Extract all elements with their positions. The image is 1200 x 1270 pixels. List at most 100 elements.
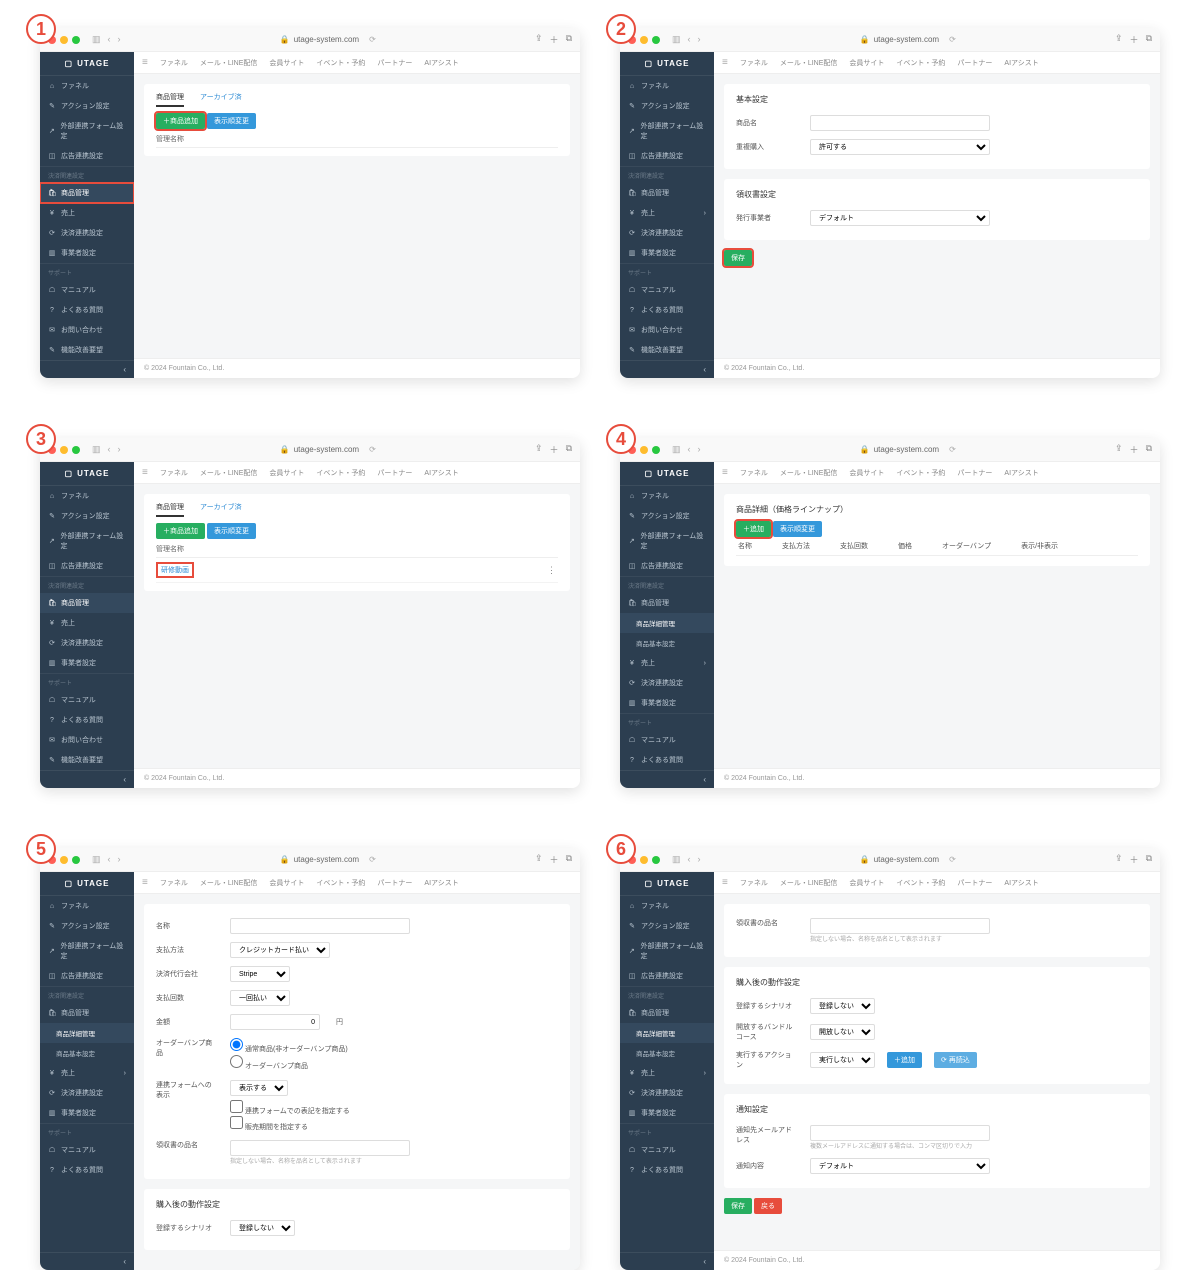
input-receipt-name[interactable] (810, 918, 990, 934)
sidebar-item-manual[interactable]: ☖マニュアル (40, 690, 134, 710)
reload-icon[interactable]: ⟳ (949, 445, 956, 454)
traffic-min[interactable] (640, 36, 648, 44)
sidebar-item-faq[interactable]: ?よくある質問 (40, 300, 134, 320)
topnav-item[interactable]: メール・LINE配信 (780, 468, 838, 478)
reorder-button[interactable]: 表示順変更 (773, 521, 822, 537)
traffic-max[interactable] (652, 856, 660, 864)
sidebar-item-payment-link[interactable]: ⟳決済連携設定 (620, 1083, 714, 1103)
sidebar-toggle-icon[interactable]: ▥ (672, 34, 681, 45)
topnav-item[interactable]: ファネル (160, 878, 188, 888)
table-row[interactable]: 研修動画⋮ (156, 558, 558, 583)
traffic-max[interactable] (652, 446, 660, 454)
back-button[interactable]: 戻る (754, 1198, 782, 1214)
topnav-item[interactable]: 会員サイト (269, 878, 304, 888)
sidebar-toggle-icon[interactable]: ▥ (672, 854, 681, 865)
topnav-item[interactable]: AIアシスト (424, 878, 458, 888)
input-receipt-name[interactable] (230, 1140, 410, 1156)
sidebar-item-action[interactable]: ✎アクション設定 (40, 506, 134, 526)
sidebar-item-form[interactable]: ↗外部連携フォーム設定 (40, 936, 134, 966)
sidebar-item-sales[interactable]: ¥売上› (620, 653, 714, 673)
nav-back-icon[interactable]: ‹ (108, 854, 111, 865)
topnav-item[interactable]: イベント・予約 (316, 58, 365, 68)
topnav-item[interactable]: パートナー (377, 58, 412, 68)
sidebar-item-payment-link[interactable]: ⟳決済連携設定 (620, 223, 714, 243)
sidebar-item-funnel[interactable]: ⌂ファネル (620, 486, 714, 506)
sidebar-item-business[interactable]: ▥事業者設定 (40, 1103, 134, 1123)
nav-forward-icon[interactable]: › (698, 34, 701, 45)
input-product-name[interactable] (810, 115, 990, 131)
topnav-item[interactable]: 会員サイト (849, 58, 884, 68)
address-bar[interactable]: 🔒utage-system.com⟳ (707, 35, 1109, 44)
menu-icon[interactable]: ≡ (722, 877, 728, 888)
plus-icon[interactable]: ＋ (1130, 853, 1139, 866)
topnav-item[interactable]: ファネル (740, 468, 768, 478)
sidebar-item-payment-link[interactable]: ⟳決済連携設定 (40, 223, 134, 243)
sidebar-item-product-basic[interactable]: 商品基本設定 (620, 633, 714, 653)
sidebar-item-contact[interactable]: ✉お問い合わせ (40, 730, 134, 750)
share-icon[interactable]: ⇪ (1115, 853, 1123, 866)
add-variant-button[interactable]: ＋追加 (736, 521, 771, 537)
topnav-item[interactable]: イベント・予約 (896, 468, 945, 478)
sidebar-item-form[interactable]: ↗外部連携フォーム設定 (620, 116, 714, 146)
tab-products[interactable]: 商品管理 (156, 92, 184, 107)
sidebar-toggle-icon[interactable]: ▥ (92, 444, 101, 455)
topnav-item[interactable]: AIアシスト (1004, 58, 1038, 68)
topnav-item[interactable]: メール・LINE配信 (200, 58, 258, 68)
menu-icon[interactable]: ≡ (142, 57, 148, 68)
share-icon[interactable]: ⇪ (1115, 443, 1123, 456)
sidebar-item-products[interactable]: 🛍商品管理 (620, 183, 714, 203)
traffic-min[interactable] (640, 446, 648, 454)
traffic-min[interactable] (60, 856, 68, 864)
sidebar-item-faq[interactable]: ?よくある質問 (40, 710, 134, 730)
reload-icon[interactable]: ⟳ (369, 445, 376, 454)
sidebar-item-products[interactable]: 🛍商品管理 (620, 1003, 714, 1023)
sidebar-item-business[interactable]: ▥事業者設定 (620, 243, 714, 263)
nav-back-icon[interactable]: ‹ (688, 444, 691, 455)
sidebar-item-form[interactable]: ↗外部連携フォーム設定 (40, 116, 134, 146)
sidebar-collapse[interactable]: ‹ (620, 1252, 714, 1270)
topnav-item[interactable]: パートナー (957, 468, 992, 478)
sidebar-item-product-basic[interactable]: 商品基本設定 (620, 1043, 714, 1063)
sidebar-item-funnel[interactable]: ⌂ファネル (40, 76, 134, 96)
sidebar-item-sales[interactable]: ¥売上› (620, 1063, 714, 1083)
plus-icon[interactable]: ＋ (1130, 443, 1139, 456)
radio-bump[interactable] (230, 1055, 243, 1068)
tabs-icon[interactable]: ⧉ (1146, 33, 1152, 46)
tabs-icon[interactable]: ⧉ (1146, 853, 1152, 866)
sidebar-item-business[interactable]: ▥事業者設定 (40, 653, 134, 673)
sidebar-item-ads[interactable]: ◫広告連携設定 (40, 146, 134, 166)
topnav-item[interactable]: AIアシスト (1004, 468, 1038, 478)
address-bar[interactable]: 🔒utage-system.com⟳ (127, 445, 529, 454)
topnav-item[interactable]: 会員サイト (269, 468, 304, 478)
menu-icon[interactable]: ≡ (142, 877, 148, 888)
tab-products[interactable]: 商品管理 (156, 502, 184, 517)
reorder-button[interactable]: 表示順変更 (207, 523, 256, 539)
sidebar-item-contact[interactable]: ✉お問い合わせ (40, 320, 134, 340)
sidebar-item-products[interactable]: 🛍商品管理 (40, 593, 134, 613)
sidebar-item-ads[interactable]: ◫広告連携設定 (40, 966, 134, 986)
nav-forward-icon[interactable]: › (698, 444, 701, 455)
plus-icon[interactable]: ＋ (550, 33, 559, 46)
sidebar-toggle-icon[interactable]: ▥ (672, 444, 681, 455)
sidebar-item-sales[interactable]: ¥売上 (40, 613, 134, 633)
share-icon[interactable]: ⇪ (535, 33, 543, 46)
nav-forward-icon[interactable]: › (118, 34, 121, 45)
menu-icon[interactable]: ≡ (722, 57, 728, 68)
sidebar-item-form[interactable]: ↗外部連携フォーム設定 (620, 526, 714, 556)
tabs-icon[interactable]: ⧉ (566, 33, 572, 46)
sidebar-item-funnel[interactable]: ⌂ファネル (40, 896, 134, 916)
sidebar-item-payment-link[interactable]: ⟳決済連携設定 (620, 673, 714, 693)
address-bar[interactable]: 🔒utage-system.com⟳ (707, 445, 1109, 454)
menu-icon[interactable]: ≡ (722, 467, 728, 478)
topnav-item[interactable]: メール・LINE配信 (200, 468, 258, 478)
reload-icon[interactable]: ⟳ (369, 35, 376, 44)
plus-icon[interactable]: ＋ (550, 853, 559, 866)
topnav-item[interactable]: 会員サイト (849, 468, 884, 478)
select-action[interactable]: 実行しない (810, 1052, 875, 1068)
plus-icon[interactable]: ＋ (550, 443, 559, 456)
select-pay-method[interactable]: クレジットカード払い (230, 942, 330, 958)
topnav-item[interactable]: イベント・予約 (316, 468, 365, 478)
sidebar-item-business[interactable]: ▥事業者設定 (620, 693, 714, 713)
sidebar-collapse[interactable]: ‹ (40, 360, 134, 378)
chk-form-label[interactable] (230, 1100, 243, 1113)
